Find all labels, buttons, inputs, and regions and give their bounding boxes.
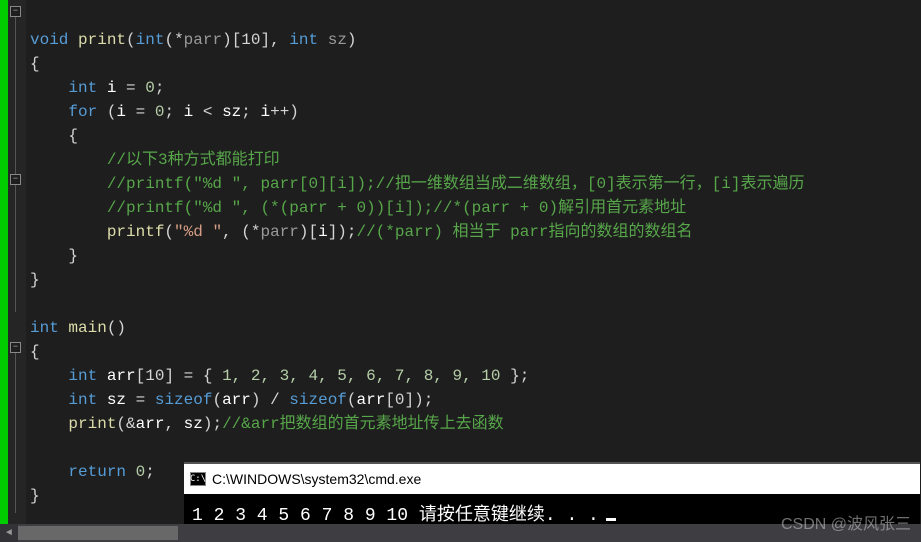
comment: //把一维数组当成二维数组，[0]表示第一行，[i]表示遍历 — [376, 175, 805, 193]
identifier: i — [107, 79, 117, 97]
identifier: sz — [222, 103, 241, 121]
identifier: arr — [222, 391, 251, 409]
keyword: return — [68, 463, 126, 481]
semicolon: ; — [241, 103, 260, 121]
comment: //printf("%d ", parr[0][i]); — [107, 175, 376, 193]
console-titlebar[interactable]: C:\ C:\WINDOWS\system32\cmd.exe — [184, 464, 920, 494]
operator: = { — [174, 367, 222, 385]
function-name: main — [68, 319, 106, 337]
identifier: i — [260, 103, 270, 121]
comma: , — [270, 31, 289, 49]
fold-toggle[interactable]: − — [10, 6, 21, 17]
string: "%d " — [174, 223, 222, 241]
comment: //*(parr + 0)解引用首元素地址 — [433, 199, 686, 217]
fold-toggle[interactable]: − — [10, 174, 21, 185]
operator: = — [126, 103, 155, 121]
fold-gutter: − − − — [8, 0, 26, 524]
cmd-icon: C:\ — [190, 472, 206, 486]
identifier: arr — [107, 367, 136, 385]
identifier: i — [318, 223, 328, 241]
keyword: int — [289, 31, 318, 49]
keyword: int — [68, 367, 97, 385]
param: sz — [328, 31, 347, 49]
comment: //以下3种方式都能打印 — [107, 151, 280, 169]
array-dim: [10] — [136, 367, 174, 385]
number: 0 — [136, 463, 146, 481]
keyword: sizeof — [155, 391, 213, 409]
punct: ); — [203, 415, 222, 433]
punct: }; — [501, 367, 530, 385]
identifier: i — [184, 103, 194, 121]
operator: ++ — [270, 103, 289, 121]
operator: < — [193, 103, 222, 121]
index: [0] — [385, 391, 414, 409]
scroll-left-button[interactable]: ◄ — [0, 524, 18, 542]
identifier: i — [116, 103, 126, 121]
function-call: printf — [107, 223, 165, 241]
keyword: sizeof — [289, 391, 347, 409]
number: 0 — [145, 79, 155, 97]
keyword: void — [30, 31, 68, 49]
operator: = — [126, 391, 155, 409]
comment: //&arr把数组的首元素地址传上去函数 — [222, 415, 504, 433]
identifier: arr — [136, 415, 165, 433]
identifier: sz — [107, 391, 126, 409]
console-text: 1 2 3 4 5 6 7 8 9 10 请按任意键继续. . . — [192, 500, 599, 526]
keyword: for — [68, 103, 97, 121]
operator: = — [116, 79, 145, 97]
code-area[interactable]: void print(int(*parr)[10], int sz) { int… — [26, 0, 921, 524]
operator: / — [260, 391, 289, 409]
paren: ( — [97, 103, 116, 121]
keyword: int — [68, 79, 97, 97]
comment: //printf("%d ", (*(parr + 0))[i]); — [107, 199, 433, 217]
console-title-text: C:\WINDOWS\system32\cmd.exe — [212, 471, 421, 487]
operator: & — [126, 415, 136, 433]
semicolon: ; — [155, 79, 165, 97]
function-call: print — [68, 415, 116, 433]
number: 0 — [155, 103, 165, 121]
scroll-thumb[interactable] — [18, 526, 178, 540]
number-list: 1, 2, 3, 4, 5, 6, 7, 8, 9, 10 — [222, 367, 500, 385]
operator: * — [174, 31, 184, 49]
comma: , — [164, 415, 183, 433]
identifier: parr — [260, 223, 298, 241]
identifier: sz — [184, 415, 203, 433]
keyword: int — [136, 31, 165, 49]
scroll-track[interactable] — [18, 524, 921, 542]
keyword: int — [30, 319, 59, 337]
semicolon: ; — [164, 103, 183, 121]
function-name: print — [78, 31, 126, 49]
comment: //(*parr) 相当于 parr指向的数组的数组名 — [357, 223, 693, 241]
horizontal-scrollbar[interactable]: ◄ — [0, 524, 921, 542]
code-editor: − − − void print(int(*parr)[10], int sz)… — [0, 0, 921, 524]
keyword: int — [68, 391, 97, 409]
fold-toggle[interactable]: − — [10, 342, 21, 353]
identifier: arr — [357, 391, 386, 409]
change-marker-bar — [0, 0, 8, 524]
array-dim: [10] — [232, 31, 270, 49]
semicolon: ; — [145, 463, 155, 481]
param: parr — [184, 31, 222, 49]
console-cursor — [606, 518, 616, 521]
